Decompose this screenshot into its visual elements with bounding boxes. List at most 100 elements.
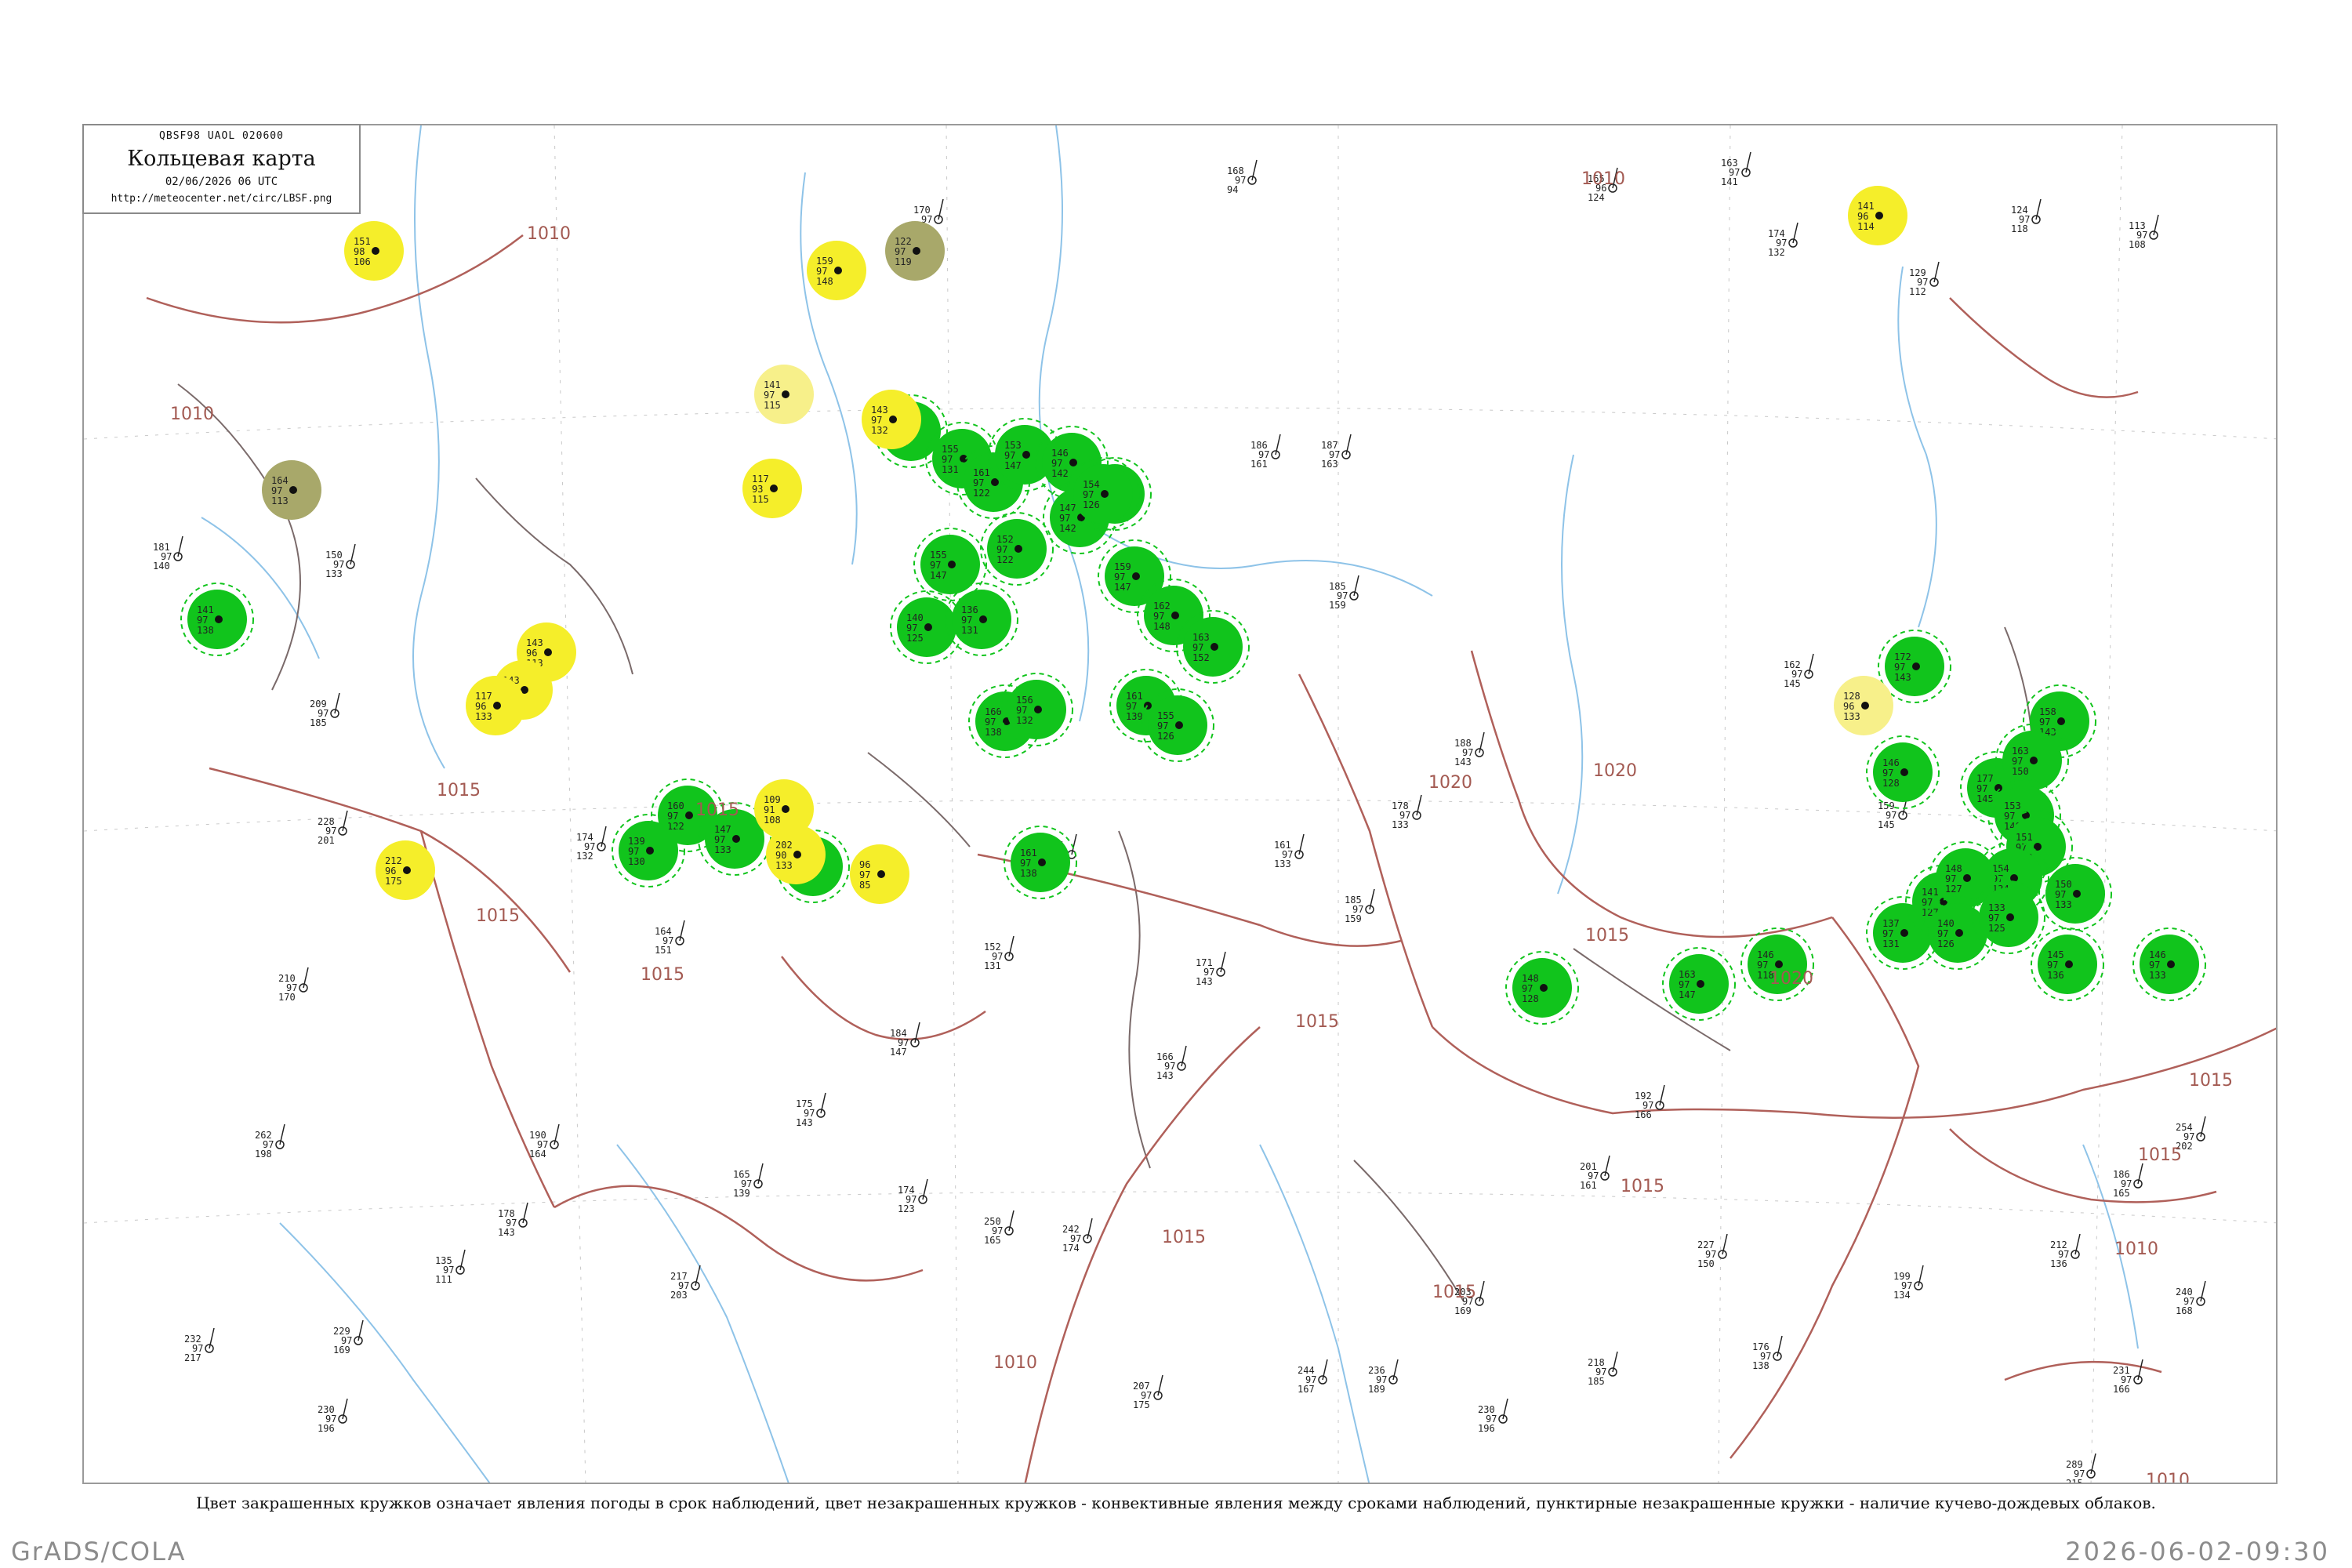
weather-circle-yellow: 11796133 — [466, 676, 525, 735]
station-plot: 20197161 — [1580, 1155, 1610, 1191]
station-plot: 23697189 — [1368, 1359, 1399, 1395]
station-temperature: 159 — [1345, 913, 1362, 924]
circle-station-value: 131 — [961, 625, 978, 636]
circle-station-value: 97 — [1059, 513, 1070, 524]
station-plot: 24497167 — [1298, 1359, 1328, 1395]
station-temperature: 143 — [796, 1117, 813, 1128]
station-symbol — [2065, 960, 2073, 968]
circle-station-value: 90 — [775, 850, 786, 861]
river-line — [1557, 454, 1584, 895]
weather-circle-olive: 12297119 — [885, 221, 945, 281]
station-temperature: 151 — [655, 945, 672, 956]
station-plot: 22797150 — [1697, 1233, 1728, 1269]
circle-station-value: 159 — [1114, 561, 1131, 572]
weather-circle-green: 15097133 — [2038, 857, 2112, 931]
circle-station-value: 148 — [1153, 621, 1171, 632]
station-symbol — [979, 615, 987, 623]
circle-station-value: 152 — [996, 534, 1014, 545]
isobar-label: 1015 — [2189, 1071, 2233, 1091]
station-temperature: 141 — [1721, 176, 1738, 187]
circle-station-value: 133 — [475, 711, 492, 722]
station-temperature: 131 — [984, 960, 1001, 971]
circle-station-value: 97 — [859, 869, 870, 880]
circle-station-value: 152 — [1192, 652, 1210, 663]
station-temperature: 133 — [1274, 858, 1291, 869]
circle-station-value: 114 — [1857, 221, 1875, 232]
circle-station-value: 97 — [1020, 858, 1031, 869]
circle-station-value: 122 — [973, 488, 990, 499]
circle-station-value: 141 — [1857, 201, 1875, 212]
circle-station-value: 93 — [752, 484, 763, 495]
circle-station-value: 175 — [385, 876, 402, 887]
weather-circle-olive: 16497113 — [262, 460, 321, 520]
station-plot: 21897185 — [1588, 1351, 1618, 1387]
station-temperature: 169 — [333, 1345, 350, 1356]
isobar-label: 1010 — [170, 405, 214, 424]
circle-station-value: 161 — [1020, 848, 1037, 858]
station-temperature: 124 — [1588, 192, 1605, 203]
circle-station-value: 97 — [1945, 873, 1956, 884]
station-symbol — [877, 870, 885, 878]
circle-station-value: 122 — [996, 554, 1014, 565]
station-plot: 23197166 — [2113, 1359, 2143, 1395]
circle-station-value: 132 — [1016, 715, 1033, 726]
river-line — [800, 172, 858, 565]
circle-station-value: 161 — [1126, 691, 1143, 702]
circle-station-value: 97 — [895, 246, 906, 257]
station-temperature: 203 — [670, 1290, 688, 1301]
station-symbol — [1697, 980, 1704, 988]
circle-station-value: 97 — [1679, 979, 1690, 990]
circle-station-value: 153 — [1004, 440, 1022, 451]
circle-station-value: 159 — [816, 256, 833, 267]
station-symbol — [215, 615, 223, 623]
circle-station-value: 137 — [1882, 918, 1900, 929]
circle-station-value: 97 — [1976, 783, 1987, 794]
station-plot: 23097196 — [318, 1398, 348, 1434]
station-plot: 17597143 — [796, 1092, 826, 1128]
circle-station-value: 212 — [385, 855, 402, 866]
circle-station-value: 96 — [1857, 211, 1868, 222]
circle-station-value: 160 — [667, 800, 684, 811]
circle-station-value: 145 — [1976, 793, 1994, 804]
circle-station-value: 96 — [859, 859, 870, 870]
station-temperature: 215 — [2066, 1478, 2083, 1484]
station-plot: 21297136 — [2050, 1233, 2081, 1269]
circle-station-value: 109 — [764, 794, 781, 805]
weather-circle-green: 16397152 — [1176, 610, 1250, 684]
circle-station-value: 148 — [1945, 863, 1962, 874]
map-datetime: 02/06/2026 06 UTC — [165, 176, 278, 188]
isobar-label: 1015 — [1162, 1228, 1206, 1247]
weather-circle-green: 14597136 — [2031, 927, 2104, 1001]
circle-station-value: 117 — [752, 474, 769, 485]
isobar-label: 1010 — [993, 1353, 1037, 1373]
station-plot: 18597159 — [1329, 575, 1359, 611]
circle-station-value: 97 — [985, 717, 996, 728]
map-caption: Цвет закрашенных кружков означает явлени… — [196, 1494, 2156, 1512]
station-plot: 23097196 — [1478, 1398, 1508, 1434]
station-plot: 21097170 — [278, 967, 309, 1003]
station-symbol — [732, 835, 740, 843]
station-symbol — [1069, 459, 1077, 466]
isobar-label: 1015 — [1432, 1283, 1476, 1302]
circle-station-value: 97 — [1126, 701, 1137, 712]
circle-station-value: 97 — [1937, 928, 1948, 939]
circle-station-value: 97 — [1192, 642, 1203, 653]
circle-station-value: 139 — [628, 836, 645, 847]
weather-circle-yellow: 15997148 — [807, 241, 866, 300]
circle-station-value: 147 — [1059, 503, 1076, 514]
isobar-label: 1020 — [1769, 969, 1813, 989]
border-line — [1118, 830, 1151, 1169]
station-plot: 17497132 — [576, 826, 607, 862]
circle-station-value: 128 — [1882, 778, 1900, 789]
river-line — [1038, 125, 1090, 722]
circle-station-value: 155 — [930, 550, 947, 561]
border-line — [177, 383, 301, 691]
station-symbol — [2057, 717, 2065, 725]
station-plot: 26297198 — [255, 1123, 285, 1160]
isobar-label: 1015 — [1295, 1012, 1339, 1032]
isobar-label: 1020 — [1428, 773, 1472, 793]
station-plot: 21797203 — [670, 1265, 701, 1301]
circle-station-value: 97 — [1882, 928, 1893, 939]
station-temperature: 139 — [733, 1188, 750, 1199]
station-symbol — [1034, 706, 1042, 713]
